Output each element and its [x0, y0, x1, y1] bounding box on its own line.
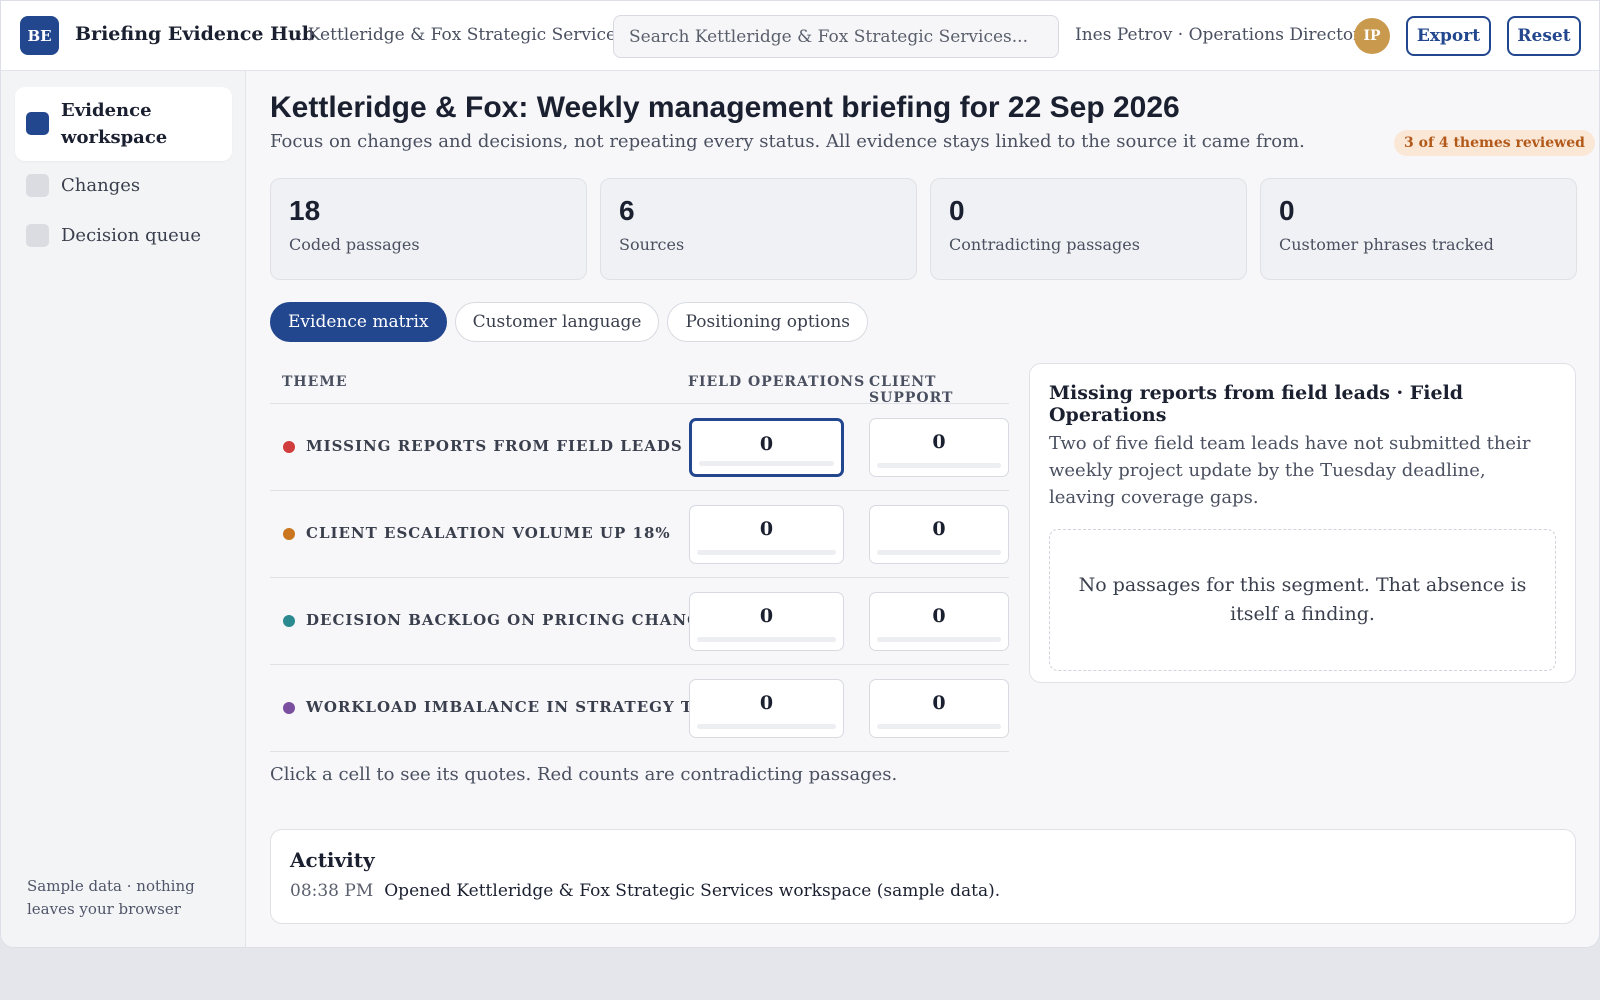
cell-bar: [697, 724, 836, 729]
top-header: BE Briefing Evidence Hub · Kettleridge &…: [1, 1, 1599, 71]
workspace-icon: [26, 112, 49, 135]
column-header-client-support: CLIENT SUPPORT: [869, 374, 954, 406]
changes-icon: [26, 174, 49, 197]
cell-count: 0: [759, 433, 774, 455]
theme-color-dot: [283, 441, 295, 453]
user-info: Ines Petrov · Operations Director: [1075, 25, 1362, 45]
cell-count: 0: [932, 605, 946, 627]
stat-card-contradicting-passages: 0 Contradicting passages: [930, 178, 1247, 280]
column-header-theme: THEME: [282, 374, 348, 390]
stat-value: 6: [619, 195, 635, 226]
matrix-cell-field-operations[interactable]: 0: [689, 418, 844, 477]
activity-panel: Activity 08:38 PM Opened Kettleridge & F…: [270, 829, 1576, 924]
matrix-help-text: Click a cell to see its quotes. Red coun…: [270, 764, 898, 785]
decision-queue-icon: [26, 224, 49, 247]
app-logo: BE: [20, 16, 59, 55]
table-row: DECISION BACKLOG ON PRICING CHANGES 0 0: [270, 578, 1009, 665]
theme-label: MISSING REPORTS FROM FIELD LEADS: [306, 437, 683, 455]
cell-bar: [697, 550, 836, 555]
export-button[interactable]: Export: [1406, 16, 1491, 56]
cell-bar: [699, 461, 834, 466]
cell-bar: [877, 637, 1001, 642]
table-row: CLIENT ESCALATION VOLUME UP 18% 0 0: [270, 491, 1009, 578]
sidebar-item-changes[interactable]: Changes: [15, 172, 232, 199]
theme-label: DECISION BACKLOG ON PRICING CHANGES: [306, 611, 726, 629]
theme-color-dot: [283, 702, 295, 714]
avatar[interactable]: IP: [1354, 18, 1390, 54]
cell-count: 0: [932, 518, 946, 540]
activity-entry: 08:38 PM Opened Kettleridge & Fox Strate…: [290, 881, 1556, 901]
page-title: Kettleridge & Fox: Weekly management bri…: [270, 91, 1180, 124]
main-content: Kettleridge & Fox: Weekly management bri…: [246, 71, 1599, 947]
stat-value: 0: [1279, 195, 1295, 226]
evidence-matrix: THEME FIELD OPERATIONS CLIENT SUPPORT MI…: [270, 361, 1009, 752]
sidebar-item-label: Evidence workspace: [61, 100, 168, 148]
reset-button[interactable]: Reset: [1507, 16, 1581, 56]
cell-count: 0: [759, 692, 774, 714]
activity-time: 08:38 PM: [290, 881, 374, 901]
detail-panel: Missing reports from field leads · Field…: [1029, 363, 1576, 683]
theme-label: WORKLOAD IMBALANCE IN STRATEGY TEAM: [306, 698, 736, 716]
review-status-badge: 3 of 4 themes reviewed: [1394, 130, 1595, 156]
sidebar-item-label: Decision queue: [61, 225, 202, 246]
theme-label: CLIENT ESCALATION VOLUME UP 18%: [306, 524, 671, 542]
sidebar: Evidence workspace Changes Decision queu…: [1, 71, 246, 947]
stat-value: 0: [949, 195, 965, 226]
stat-label: Coded passages: [289, 235, 420, 254]
sidebar-item-decision-queue[interactable]: Decision queue: [15, 222, 232, 249]
matrix-cell-client-support[interactable]: 0: [869, 679, 1009, 738]
view-tabs: Evidence matrix Customer language Positi…: [270, 302, 869, 342]
stat-card-coded-passages: 18 Coded passages: [270, 178, 587, 280]
sidebar-item-evidence-workspace[interactable]: Evidence workspace: [15, 87, 232, 161]
app-title: Briefing Evidence Hub: [75, 23, 316, 45]
matrix-cell-client-support[interactable]: 0: [869, 505, 1009, 564]
organization-name: · Kettleridge & Fox Strategic Services: [297, 25, 625, 45]
detail-description: Two of five field team leads have not su…: [1049, 433, 1531, 508]
search-input[interactable]: [613, 15, 1059, 58]
stat-value: 18: [289, 195, 321, 226]
table-row: WORKLOAD IMBALANCE IN STRATEGY TEAM 0 0: [270, 665, 1009, 752]
cell-bar: [697, 637, 836, 642]
cell-bar: [877, 463, 1001, 468]
page-subtitle: Focus on changes and decisions, not repe…: [270, 131, 1305, 152]
stat-label: Sources: [619, 235, 685, 254]
tab-evidence-matrix[interactable]: Evidence matrix: [270, 302, 447, 342]
detail-title: Missing reports from field leads · Field…: [1049, 382, 1464, 426]
cell-bar: [877, 724, 1001, 729]
cell-count: 0: [932, 692, 946, 714]
cell-count: 0: [759, 518, 774, 540]
theme-color-dot: [283, 615, 295, 627]
cell-count: 0: [759, 605, 774, 627]
sidebar-footer-note: Sample data · nothing leaves your browse…: [27, 877, 195, 918]
matrix-header: THEME FIELD OPERATIONS CLIENT SUPPORT: [270, 361, 1009, 406]
matrix-cell-field-operations[interactable]: 0: [689, 505, 844, 564]
empty-state: No passages for this segment. That absen…: [1049, 529, 1556, 671]
column-header-field-operations: FIELD OPERATIONS: [688, 374, 866, 390]
table-row: MISSING REPORTS FROM FIELD LEADS 0 0: [270, 404, 1009, 491]
activity-text: Opened Kettleridge & Fox Strategic Servi…: [384, 881, 1001, 901]
cell-count: 0: [932, 431, 946, 453]
stat-label: Contradicting passages: [949, 235, 1140, 254]
cell-bar: [877, 550, 1001, 555]
tab-positioning-options[interactable]: Positioning options: [667, 302, 869, 342]
theme-color-dot: [283, 528, 295, 540]
matrix-cell-client-support[interactable]: 0: [869, 592, 1009, 651]
matrix-cell-field-operations[interactable]: 0: [689, 592, 844, 651]
stat-card-sources: 6 Sources: [600, 178, 917, 280]
matrix-cell-field-operations[interactable]: 0: [689, 679, 844, 738]
matrix-cell-client-support[interactable]: 0: [869, 418, 1009, 477]
app-window: BE Briefing Evidence Hub · Kettleridge &…: [0, 0, 1600, 948]
activity-title: Activity: [290, 848, 375, 872]
sidebar-item-label: Changes: [61, 175, 141, 196]
stat-label: Customer phrases tracked: [1279, 235, 1494, 254]
tab-customer-language[interactable]: Customer language: [454, 302, 660, 342]
stat-card-customer-phrases: 0 Customer phrases tracked: [1260, 178, 1577, 280]
